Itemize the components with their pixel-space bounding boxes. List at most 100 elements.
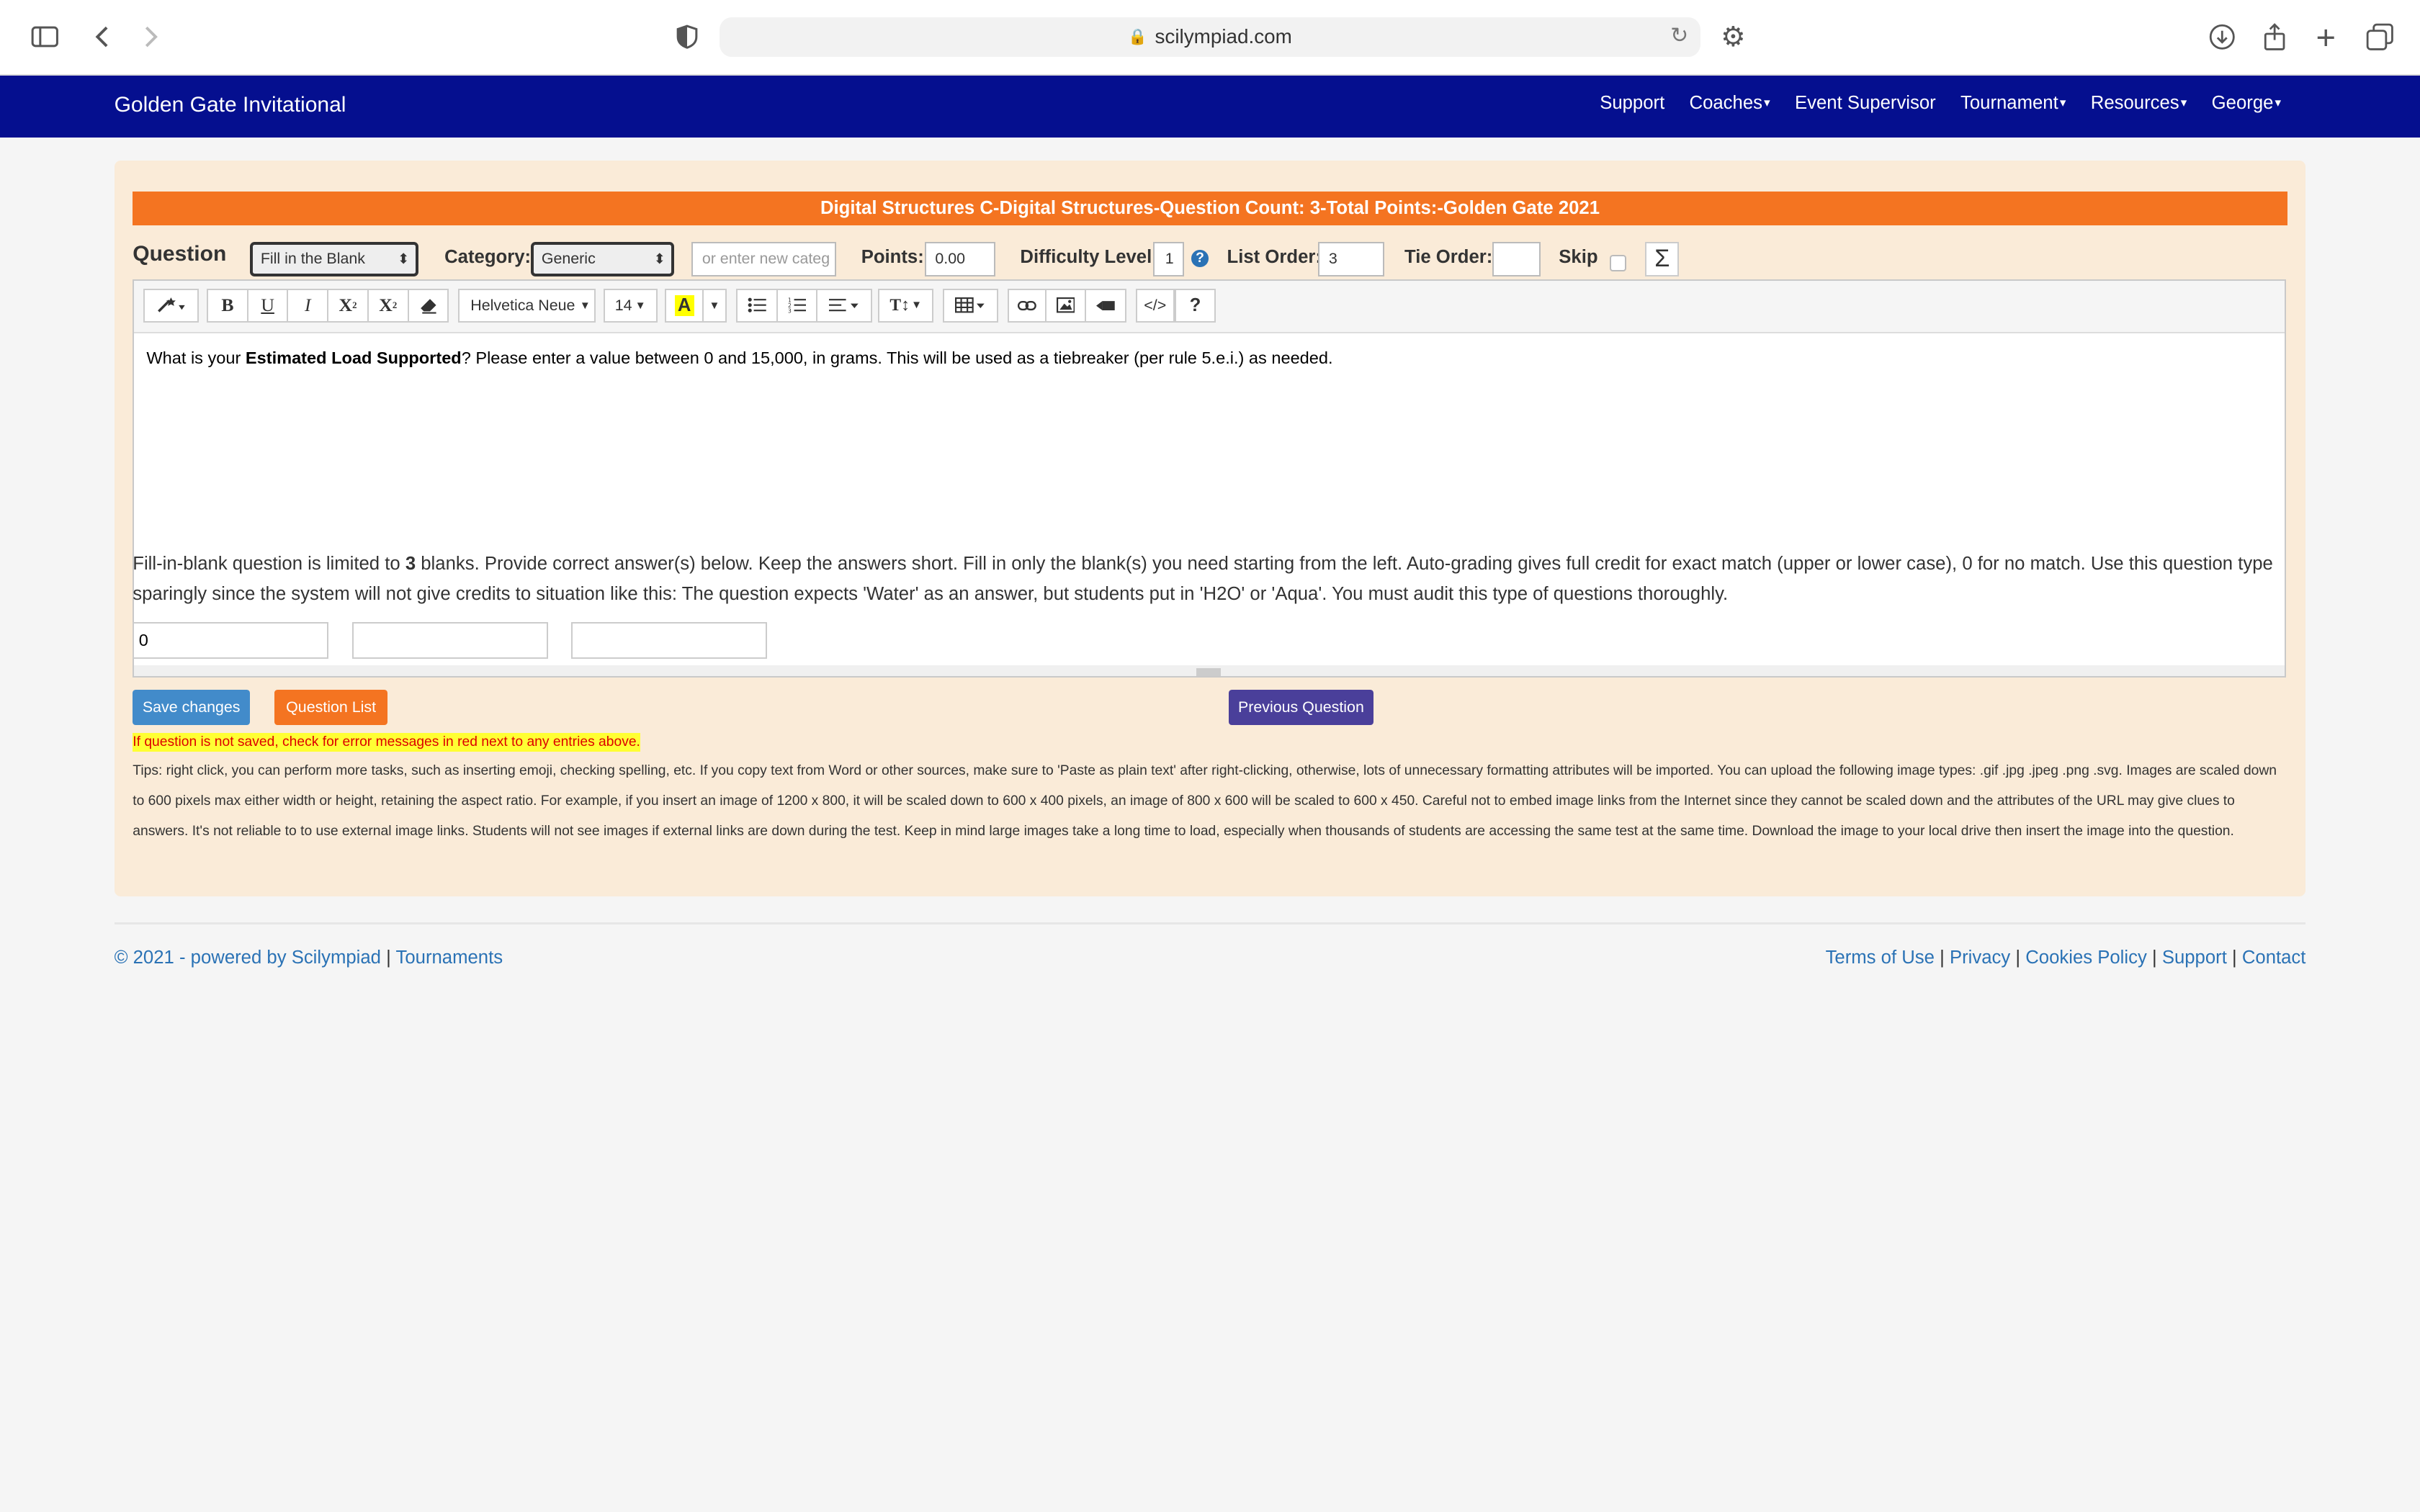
instructions-pre: Fill-in-blank question is limited to <box>133 553 405 574</box>
color-dropdown-chevron-icon[interactable]: ▼ <box>702 288 727 323</box>
footer-separator: | <box>386 947 391 968</box>
chevron-down-icon: ▼ <box>635 299 646 312</box>
question-type-select[interactable]: Fill in the Blank <box>250 242 418 276</box>
font-size-dropdown[interactable]: 14 ▼ <box>603 288 658 323</box>
nav-tournament-dropdown[interactable]: Tournament <box>1960 93 2066 114</box>
question-editor-panel: Digital Structures C - Digital Structure… <box>114 160 2306 896</box>
chevron-down-icon: ▼ <box>579 299 591 312</box>
skip-checkbox[interactable] <box>1609 254 1627 271</box>
question-list-button[interactable]: Question List <box>274 689 387 726</box>
page: 🔒 scilympiad.com ↻ ⚙ + Golden Gate Invit… <box>0 0 2420 1512</box>
underline-icon: U <box>261 294 274 316</box>
lock-icon: 🔒 <box>1128 27 1147 45</box>
link-icon[interactable] <box>1008 288 1047 323</box>
bold-icon: B <box>221 294 234 316</box>
sidebar-toggle-icon[interactable] <box>26 19 63 55</box>
font-family-dropdown[interactable]: Helvetica Neue ▼ <box>458 288 596 323</box>
header-event: Digital Structures C <box>820 197 993 218</box>
video-icon[interactable] <box>1085 288 1127 323</box>
help-button[interactable]: ? <box>1174 288 1216 323</box>
header-total-points: Total Points: <box>1326 197 1438 218</box>
superscript-icon: X <box>339 294 353 316</box>
site-brand[interactable]: Golden Gate Invitational <box>115 93 346 117</box>
bullet-list-icon[interactable] <box>735 288 778 323</box>
reload-icon[interactable]: ↻ <box>1670 23 1688 48</box>
highlight-icon: A <box>674 294 694 316</box>
save-changes-button[interactable]: Save changes <box>133 689 251 726</box>
address-bar[interactable]: 🔒 scilympiad.com ↻ <box>719 17 1701 58</box>
italic-icon: I <box>305 294 311 316</box>
footer-support-link[interactable]: Support <box>2162 948 2227 968</box>
downloads-icon[interactable] <box>2204 19 2241 55</box>
highlight-color-button[interactable]: A <box>665 288 704 323</box>
italic-button[interactable]: I <box>287 288 329 323</box>
bold-button[interactable]: B <box>206 288 248 323</box>
footer-separator: | <box>2151 947 2157 968</box>
editor-content[interactable]: What is your Estimated Load Supported? P… <box>146 348 1332 368</box>
superscript-button[interactable]: X2 <box>327 288 369 323</box>
image-icon[interactable] <box>1044 288 1087 323</box>
footer-terms-link[interactable]: Terms of Use <box>1826 948 1935 968</box>
nav-coaches-dropdown[interactable]: Coaches <box>1690 93 1770 114</box>
list-order-input[interactable]: 3 <box>1317 242 1385 276</box>
category-select[interactable]: Generic <box>531 242 675 276</box>
equation-sigma-button[interactable]: Σ <box>1645 242 1680 276</box>
answer-blank-3[interactable] <box>570 621 767 659</box>
underline-button[interactable]: U <box>246 288 289 323</box>
footer-divider <box>114 922 2306 924</box>
points-input[interactable]: 0.00 <box>924 242 996 276</box>
footer-cookies-link[interactable]: Cookies Policy <box>2025 948 2147 968</box>
svg-text:3: 3 <box>788 308 792 313</box>
footer-right: Terms of Use | Privacy | Cookies Policy … <box>1826 948 2306 968</box>
header-separator: - <box>1153 197 1160 218</box>
answer-blank-2[interactable] <box>351 621 548 659</box>
forward-icon[interactable] <box>133 19 169 55</box>
previous-question-button[interactable]: Previous Question <box>1228 689 1374 726</box>
subscript-button[interactable]: X2 <box>367 288 409 323</box>
editor-resize-handle[interactable] <box>1196 667 1221 676</box>
tie-order-input[interactable] <box>1492 242 1541 276</box>
font-family-value: Helvetica Neue <box>470 296 575 314</box>
paragraph-align-icon[interactable] <box>816 288 872 323</box>
table-icon[interactable] <box>943 288 999 323</box>
code-view-button[interactable]: </> <box>1135 288 1175 323</box>
nav-event-supervisor[interactable]: Event Supervisor <box>1795 93 1936 114</box>
header-separator: - <box>1437 197 1443 218</box>
code-view-icon: </> <box>1144 296 1167 314</box>
privacy-shield-icon[interactable] <box>668 19 705 55</box>
nav-user-dropdown[interactable]: George <box>2212 93 2281 114</box>
share-icon[interactable] <box>2257 19 2293 55</box>
url-text: scilympiad.com <box>1155 25 1292 48</box>
help-question-icon[interactable]: ? <box>1191 250 1209 267</box>
new-category-input[interactable]: or enter new categ <box>691 242 837 276</box>
difficulty-input[interactable]: 1 <box>1152 242 1184 276</box>
footer-contact-link[interactable]: Contact <box>2242 948 2306 968</box>
sigma-icon: Σ <box>1654 245 1670 273</box>
fill-in-blank-instructions: Fill-in-blank question is limited to 3 b… <box>133 549 2287 610</box>
numbered-list-icon[interactable]: 123 <box>776 288 818 323</box>
eraser-icon[interactable] <box>407 288 449 323</box>
settings-gear-icon[interactable]: ⚙ <box>1715 19 1752 55</box>
unsaved-warning: If question is not saved, check for erro… <box>133 732 640 752</box>
tab-overview-icon[interactable] <box>2362 19 2398 55</box>
points-label: Points: <box>861 246 924 267</box>
skip-label: Skip <box>1559 246 1598 267</box>
nav-resources-dropdown[interactable]: Resources <box>2091 93 2187 114</box>
question-label: Question <box>133 242 227 266</box>
back-icon[interactable] <box>84 19 120 55</box>
editor-toolbar: B U I X2 X2 Helvetica Neue ▼ 14 ▼ A ▼ 123 <box>134 280 2285 333</box>
header-separator: - <box>992 197 1000 218</box>
footer-separator: | <box>1940 947 1945 968</box>
new-category-placeholder: or enter new categ <box>702 250 830 268</box>
footer-tournaments-link[interactable]: Tournaments <box>396 948 503 968</box>
footer-left: © 2021 - powered by Scilympiad | Tournam… <box>115 948 503 968</box>
rich-text-editor: B U I X2 X2 Helvetica Neue ▼ 14 ▼ A ▼ 123 <box>133 279 2286 678</box>
line-height-icon[interactable]: T↕ ▼ <box>878 288 934 323</box>
magic-wand-icon[interactable] <box>143 288 200 323</box>
new-tab-icon[interactable]: + <box>2308 18 2344 56</box>
footer-copyright-link[interactable]: © 2021 - powered by Scilympiad <box>115 948 381 968</box>
site-navbar: Golden Gate Invitational Support Coaches… <box>0 76 2420 138</box>
footer-privacy-link[interactable]: Privacy <box>1950 948 2010 968</box>
answer-blank-1[interactable]: 0 <box>133 621 329 659</box>
nav-support[interactable]: Support <box>1600 93 1664 114</box>
